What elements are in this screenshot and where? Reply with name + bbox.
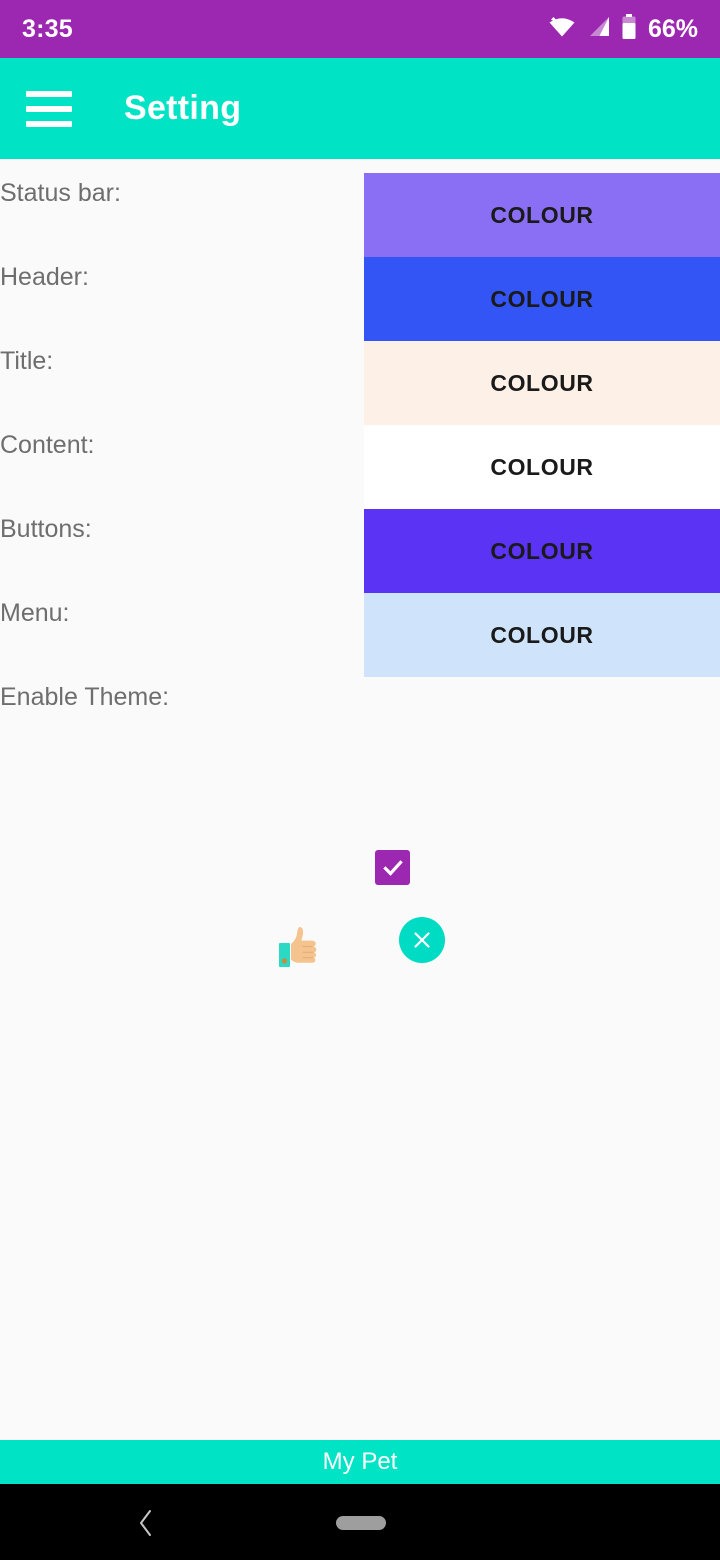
phone-screen: 3:35 66% Setting Status bar: Header: Tit… [0, 0, 720, 1560]
settings-content: Status bar: Header: Title: Content: Butt… [0, 159, 720, 1440]
page-title: Setting [124, 89, 242, 127]
label-header: Header: [0, 263, 89, 291]
checkmark-icon [382, 859, 403, 876]
status-bar-indicators: 66% [547, 13, 698, 45]
wifi-icon [547, 15, 577, 44]
colour-button-content[interactable]: COLOUR [364, 425, 720, 509]
action-button-row [0, 917, 720, 973]
label-enable-theme: Enable Theme: [0, 683, 170, 711]
cancel-close-button[interactable] [399, 917, 445, 963]
colour-button-label: COLOUR [490, 369, 594, 396]
enable-theme-checkbox[interactable] [375, 850, 410, 885]
label-menu: Menu: [0, 599, 70, 627]
bottom-app-bar: My Pet [0, 1440, 720, 1484]
colour-button-label: COLOUR [490, 621, 594, 648]
battery-percent-label: 66% [647, 14, 698, 43]
colour-button-label: COLOUR [490, 201, 594, 228]
colour-swatch-stack: COLOUR COLOUR COLOUR COLOUR COLOUR COLOU… [364, 173, 720, 677]
bottom-bar-label: My Pet [322, 1448, 398, 1475]
nav-back-button[interactable] [126, 1506, 166, 1540]
colour-button-label: COLOUR [490, 285, 594, 312]
colour-button-buttons[interactable]: COLOUR [364, 509, 720, 593]
close-x-icon [414, 932, 430, 948]
label-content: Content: [0, 431, 95, 459]
nav-home-pill[interactable] [336, 1516, 386, 1530]
confirm-thumbs-up-button[interactable] [272, 919, 324, 971]
colour-button-label: COLOUR [490, 453, 594, 480]
label-status-bar: Status bar: [0, 179, 121, 207]
app-bar: Setting [0, 58, 720, 159]
android-navigation-bar [0, 1484, 720, 1560]
cellular-signal-icon [586, 15, 612, 44]
colour-button-status-bar[interactable]: COLOUR [364, 173, 720, 257]
colour-button-title[interactable]: COLOUR [364, 341, 720, 425]
colour-button-menu[interactable]: COLOUR [364, 593, 720, 677]
hamburger-menu-icon[interactable] [26, 90, 72, 127]
chevron-left-icon [140, 1510, 151, 1536]
thumbs-up-icon [279, 927, 317, 967]
battery-icon [621, 13, 637, 45]
label-buttons: Buttons: [0, 515, 92, 543]
system-status-bar: 3:35 66% [0, 0, 720, 58]
status-bar-clock: 3:35 [22, 14, 73, 43]
colour-button-label: COLOUR [490, 537, 594, 564]
colour-button-header[interactable]: COLOUR [364, 257, 720, 341]
label-title: Title: [0, 347, 54, 375]
